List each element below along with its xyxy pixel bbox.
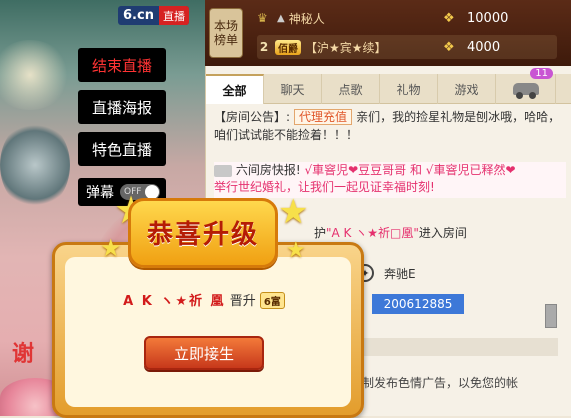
- tab-gift[interactable]: 礼物: [380, 74, 438, 104]
- tab-chat[interactable]: 聊天: [264, 74, 322, 104]
- receive-button[interactable]: 立即接生: [144, 336, 264, 370]
- coins-icon: ❖: [443, 39, 455, 55]
- logo-text: 6.cn: [123, 8, 154, 23]
- enter-suffix: 进入房间: [418, 226, 467, 240]
- ranking-amount: 4000: [467, 39, 501, 55]
- special-live-button[interactable]: 特色直播: [78, 132, 166, 166]
- notice-label: 【房间公告】:: [214, 110, 291, 124]
- system-warning-text: 制发布色情广告，以免您的帐: [362, 376, 519, 390]
- tab-song[interactable]: 点歌: [322, 74, 380, 104]
- level-up-popup: ★ ★ ★ ★ 恭喜升级 A K ヽ★祈 凰 晋升 6富 立即接生: [44, 188, 364, 418]
- message-separator: [352, 338, 558, 356]
- upgrade-user: A K ヽ★祈 凰: [123, 294, 226, 309]
- hat-icon: ▲: [277, 12, 285, 24]
- tab-all[interactable]: 全部: [206, 74, 264, 104]
- chat-scrollbar[interactable]: [545, 304, 557, 328]
- star-icon: ★: [286, 238, 306, 263]
- ranking-badge[interactable]: 本场 榜单: [209, 8, 243, 58]
- car-icon: [512, 83, 539, 99]
- recharge-agent-tag[interactable]: 代理充值: [294, 109, 353, 125]
- popup-frame: [52, 242, 364, 418]
- ranking-badge-text: 本场 榜单: [213, 19, 238, 47]
- room-notice: 【房间公告】: 代理充值 亲们，我的捡星礼物是刨冰哦，哈哈，咱们试试能不能捡着！！！: [214, 108, 564, 144]
- car-name: 奔驰E: [384, 266, 416, 281]
- popup-title: 恭喜升级: [146, 220, 259, 250]
- ranking-number: 2: [259, 40, 269, 54]
- ranking-name: 神秘人: [288, 11, 325, 26]
- tab-game[interactable]: 游戏: [438, 74, 496, 104]
- broadcast-line1: √車窨児❤豆豆哥哥 和 √車窨児已释然❤: [304, 163, 516, 177]
- site-logo: 6.cn 直播: [118, 6, 189, 25]
- user-id-value[interactable]: 200612885: [372, 294, 464, 314]
- car-count-badge: 11: [530, 68, 553, 79]
- trophy-icon: ♛: [257, 11, 268, 25]
- thanks-text: 谢: [12, 342, 35, 367]
- vip-badge: 佰爵: [275, 39, 301, 55]
- live-poster-button[interactable]: 直播海报: [78, 90, 166, 124]
- car-message: ✦ 奔驰E: [356, 264, 416, 282]
- level-badge: 6富: [259, 292, 285, 309]
- ranking-row[interactable]: 2 佰爵 【沪★宾★续】 ❖ 4000: [257, 35, 557, 59]
- upgrade-message: A K ヽ★祈 凰 晋升 6富: [44, 290, 364, 309]
- tab-car[interactable]: 11: [496, 68, 556, 104]
- ranking-panel: 本场 榜单 ♛ ▲ 神秘人 ❖ 10000 2 佰爵 【沪★宾★续】 ❖ 400…: [205, 0, 571, 66]
- horn-icon: [214, 164, 232, 177]
- live-badge: 直播: [158, 6, 189, 25]
- chat-tabs: 全部 聊天 点歌 礼物 游戏 11: [206, 68, 571, 104]
- popup-inner: [65, 257, 351, 407]
- coins-icon: ❖: [443, 10, 455, 26]
- ranking-row[interactable]: ♛ ▲ 神秘人 ❖ 10000: [257, 6, 557, 30]
- ranking-name: 【沪★宾★续】: [305, 40, 387, 55]
- upgrade-verb: 晋升: [229, 294, 256, 309]
- star-icon: ★: [100, 234, 122, 262]
- broadcast-label: 六间房快报!: [235, 163, 301, 177]
- video-background: [0, 40, 70, 110]
- end-live-button[interactable]: 结束直播: [78, 48, 166, 82]
- ranking-amount: 10000: [467, 10, 509, 26]
- star-icon: ★: [278, 192, 309, 232]
